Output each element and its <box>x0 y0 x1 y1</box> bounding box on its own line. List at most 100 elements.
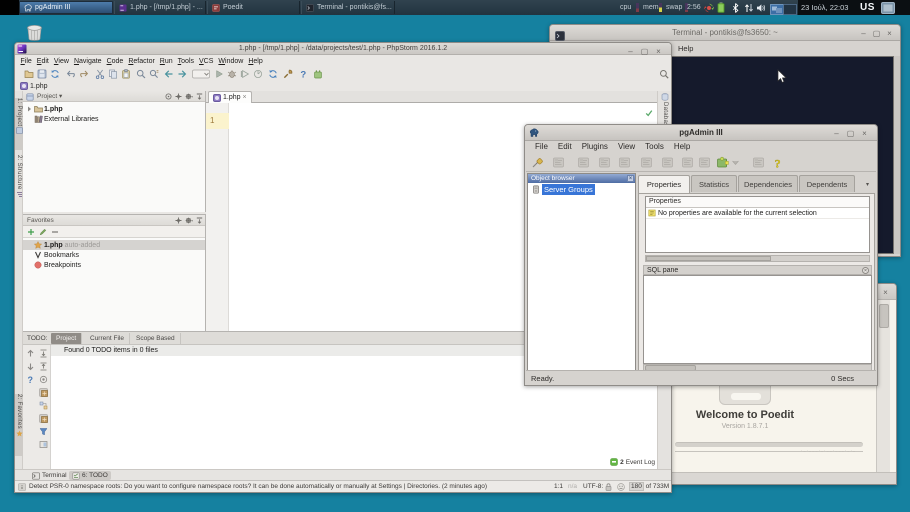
hide-panel-icon[interactable] <box>196 93 203 100</box>
collapse-all-icon[interactable] <box>39 362 48 371</box>
project-tree-row-external-libraries[interactable]: External Libraries <box>23 114 205 124</box>
terminal-maximize-button[interactable]: ▢ <box>872 29 881 38</box>
menu-file[interactable]: File <box>18 56 34 67</box>
todo-tab-current-file[interactable]: Current File <box>85 333 130 344</box>
tab-statistics[interactable]: Statistics <box>691 175 737 192</box>
pgadmin-help-icon[interactable]: ? <box>772 156 785 169</box>
terminal-menu-help[interactable]: Help <box>674 41 697 56</box>
redo-icon[interactable] <box>79 69 89 79</box>
paste-icon[interactable] <box>121 69 131 79</box>
autoscroll-icon[interactable] <box>39 375 48 384</box>
favorites-panel-header[interactable]: Favorites <box>23 215 205 226</box>
menu-code[interactable]: Code <box>104 56 126 67</box>
connect-icon[interactable] <box>531 156 544 169</box>
copy-icon[interactable] <box>108 69 118 79</box>
view-data-icon[interactable] <box>661 156 674 169</box>
run-icon[interactable] <box>214 69 224 79</box>
taskbar-button-poedit[interactable]: Poedit <box>207 1 300 14</box>
battery-icon[interactable] <box>717 2 725 13</box>
tab-dependencies[interactable]: Dependencies <box>738 175 798 192</box>
workspace-switcher[interactable] <box>770 2 797 20</box>
mem-monitor-bar[interactable] <box>659 3 662 12</box>
pgadmin-maximize-button[interactable]: ▢ <box>846 129 855 138</box>
undo-icon[interactable] <box>66 69 76 79</box>
terminal-titlebar[interactable]: Terminal - pontikis@fs3650: ~ – ▢ × <box>550 25 900 41</box>
menu-refactor[interactable]: Refactor <box>126 56 157 67</box>
gear-icon[interactable] <box>185 93 193 100</box>
flatten-packages-icon[interactable] <box>39 388 48 397</box>
cut-icon[interactable] <box>95 69 105 79</box>
pg-menu-plugins[interactable]: Plugins <box>577 141 613 153</box>
find-icon[interactable] <box>136 69 146 79</box>
speaker-icon[interactable] <box>756 3 766 13</box>
properties-grid-scrollbar[interactable] <box>645 255 870 262</box>
edit-grid-icon[interactable] <box>698 156 711 169</box>
menu-view[interactable]: View <box>51 56 71 67</box>
terminal-close-button[interactable]: × <box>885 29 894 38</box>
pg-menu-edit[interactable]: Edit <box>553 141 577 153</box>
poedit-scrollbar[interactable] <box>876 300 890 472</box>
trash-icon[interactable] <box>26 25 43 41</box>
pgadmin-minimize-button[interactable]: – <box>832 129 841 138</box>
group-icon[interactable] <box>39 414 48 423</box>
favorites-scroll-icon[interactable] <box>175 217 182 224</box>
favorites-row-file[interactable]: 1.php auto-added <box>23 240 205 250</box>
cpu-monitor-label[interactable]: cpu <box>620 0 631 15</box>
navbar-breadcrumb[interactable]: 1.php <box>20 81 48 91</box>
keyboard-layout-indicator[interactable]: US <box>860 0 875 15</box>
plugins-icon[interactable] <box>716 156 729 169</box>
project-panel-header[interactable]: Project ▾ <box>23 91 205 102</box>
editor-tab-1php[interactable]: 1.php × <box>208 91 252 103</box>
display-tray-icon[interactable] <box>881 1 895 19</box>
tab-dependents[interactable]: Dependents <box>799 175 855 192</box>
terminal-scrollbar[interactable] <box>894 56 900 254</box>
server-groups-row[interactable]: Server Groups <box>532 184 595 194</box>
plugin-icon[interactable] <box>313 69 323 79</box>
drop-icon[interactable] <box>618 156 631 169</box>
hector-icon[interactable] <box>617 483 625 491</box>
menu-vcs[interactable]: VCS <box>197 56 216 67</box>
preview-icon[interactable] <box>39 440 48 449</box>
tab-overflow-icon[interactable]: ▾ <box>866 181 869 188</box>
bluetooth-icon[interactable] <box>732 3 739 13</box>
pg-menu-file[interactable]: File <box>530 141 553 153</box>
poedit-close-button[interactable]: × <box>881 288 890 297</box>
expand-all-icon[interactable] <box>39 349 48 358</box>
remove-favorite-icon[interactable] <box>51 228 59 236</box>
object-browser-close-icon[interactable]: × <box>627 175 634 182</box>
filter-icon[interactable] <box>39 427 48 436</box>
previous-todo-icon[interactable] <box>26 349 35 358</box>
toolwindow-button-project[interactable]: 1: Project <box>15 98 23 150</box>
create-icon[interactable] <box>598 156 611 169</box>
encoding-indicator[interactable]: UTF-8: <box>583 481 603 493</box>
taskbar-button-pgadmin[interactable]: pgAdmin III <box>19 1 113 14</box>
todo-tab-project[interactable]: Project <box>51 333 82 344</box>
sql-pane-content[interactable] <box>643 275 872 364</box>
menu-edit[interactable]: Edit <box>34 56 51 67</box>
pg-menu-help[interactable]: Help <box>669 141 695 153</box>
toolwindow-button-structure[interactable]: 2: Structure <box>15 155 23 213</box>
project-tree-row-root[interactable]: 1.php <box>23 104 205 114</box>
toolwindow-button-todo[interactable]: 6: TODO <box>69 471 111 480</box>
status-message[interactable]: Detect PSR-0 namespace roots: Do you wan… <box>29 481 487 493</box>
update-project-icon[interactable] <box>268 69 278 79</box>
profile-icon[interactable] <box>253 69 263 79</box>
tab-close-icon[interactable]: × <box>243 94 247 101</box>
cpu-monitor-bar[interactable] <box>636 3 639 12</box>
open-file-icon[interactable] <box>24 69 34 79</box>
run-coverage-icon[interactable] <box>240 69 250 79</box>
mem-monitor-label[interactable]: mem <box>643 0 659 15</box>
refresh-icon[interactable] <box>552 156 565 169</box>
settings-icon[interactable] <box>283 69 293 79</box>
event-log-button[interactable]: 2 Event Log <box>610 457 655 467</box>
add-favorite-icon[interactable] <box>27 228 35 236</box>
group-by-modules-icon[interactable] <box>39 401 48 410</box>
debug-icon[interactable] <box>227 69 237 79</box>
menu-help[interactable]: Help <box>246 56 265 67</box>
toolwindow-button-terminal[interactable]: Terminal <box>29 471 70 480</box>
object-browser-header[interactable]: Object browser × <box>528 174 635 183</box>
memory-indicator[interactable]: 180 of 733M <box>629 481 669 493</box>
pgadmin-titlebar[interactable]: pgAdmin III – ▢ × <box>525 125 877 141</box>
toolwindow-button-favorites[interactable]: 2: Favorites <box>15 394 23 456</box>
pgadmin-close-button[interactable]: × <box>860 129 869 138</box>
